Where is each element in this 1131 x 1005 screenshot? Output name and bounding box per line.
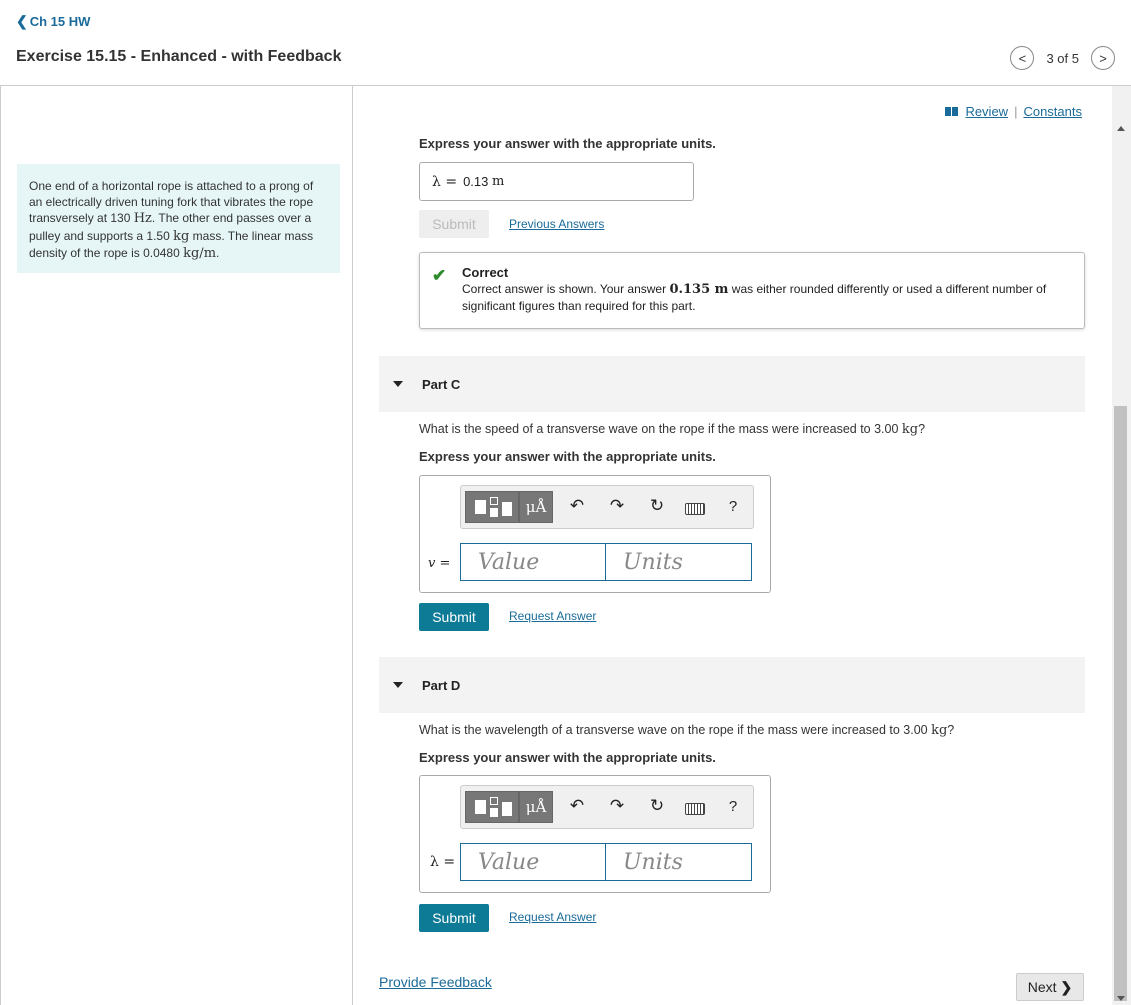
next-button[interactable]: Next ❯ (1016, 973, 1084, 1001)
triangle-down-icon (393, 381, 403, 387)
correct-message: Correct answer is shown. Your answer 0.1… (462, 281, 1047, 313)
part-d-instruction: Express your answer with the appropriate… (419, 750, 716, 765)
exercise-title: Exercise 15.15 - Enhanced - with Feedbac… (16, 48, 342, 65)
constants-link[interactable]: Constants (1023, 104, 1082, 119)
answer-pane: Review | Constants Express your answer w… (354, 86, 1112, 1005)
units-button[interactable]: μÅ (519, 491, 553, 523)
previous-answers-link[interactable]: Previous Answers (509, 217, 604, 231)
keyboard-icon[interactable] (685, 503, 705, 515)
part-d-submit-button[interactable]: Submit (419, 904, 489, 932)
value-input[interactable]: Value (460, 543, 606, 581)
next-label: Next (1027, 979, 1057, 995)
lambda-symbol: λ = (430, 854, 456, 870)
reset-icon[interactable]: ↻ (647, 796, 667, 816)
part-c-title: Part C (422, 376, 461, 392)
correct-feedback-box: ✔ Correct Correct answer is shown. Your … (419, 252, 1085, 329)
chevron-right-icon: ❯ (1060, 978, 1073, 995)
provide-feedback-link[interactable]: Provide Feedback (379, 974, 492, 990)
part-c-instruction: Express your answer with the appropriate… (419, 449, 716, 464)
scrollbar[interactable] (1112, 86, 1131, 1005)
math-unit: kg/m (183, 246, 217, 262)
problem-pane: One end of a horizontal rope is attached… (0, 86, 353, 1005)
part-c-answer-editor: μÅ ↶ ↷ ↻ ? v = Value Units (419, 475, 771, 593)
lambda-symbol: λ = (432, 173, 458, 190)
value-input[interactable]: Value (460, 843, 606, 881)
math-unit: Hz (133, 211, 152, 227)
item-pager: < 3 of 5 > (1010, 46, 1115, 70)
templates-button[interactable] (465, 791, 519, 823)
scroll-up-arrow[interactable] (1117, 126, 1125, 131)
answer-unit: m (492, 174, 505, 189)
review-link[interactable]: Review (965, 104, 1008, 119)
part-c-header[interactable]: Part C (379, 356, 1085, 412)
redo-icon[interactable]: ↷ (607, 796, 627, 816)
templates-button[interactable] (465, 491, 519, 523)
keyboard-icon[interactable] (685, 803, 705, 815)
separator: | (1014, 104, 1018, 119)
scroll-down-arrow[interactable] (1117, 996, 1125, 1001)
part-b-submit-button[interactable]: Submit (419, 210, 489, 238)
problem-statement: One end of a horizontal rope is attached… (17, 164, 340, 274)
back-link-label: Ch 15 HW (29, 14, 91, 29)
part-d-request-answer-link[interactable]: Request Answer (509, 910, 596, 924)
back-to-assignment-link[interactable]: ❮ Ch 15 HW (16, 13, 90, 30)
chevron-left-icon: < (1018, 50, 1027, 66)
units-button[interactable]: μÅ (519, 791, 553, 823)
checkmark-icon: ✔ (432, 266, 447, 285)
help-button[interactable]: ? (723, 498, 743, 515)
undo-icon[interactable]: ↶ (567, 796, 587, 816)
redo-icon[interactable]: ↷ (607, 496, 627, 516)
part-d-header[interactable]: Part D (379, 657, 1085, 713)
part-d-question: What is the wavelength of a transverse w… (419, 723, 955, 738)
correct-title: Correct (462, 265, 509, 280)
help-button[interactable]: ? (723, 798, 743, 815)
units-input[interactable]: Units (605, 543, 752, 581)
triangle-down-icon (393, 682, 403, 688)
part-d-answer-editor: μÅ ↶ ↷ ↻ ? λ = Value Units (419, 775, 771, 893)
part-c-submit-button[interactable]: Submit (419, 603, 489, 631)
part-b-answer-display: λ = 0.13 m (419, 162, 694, 201)
part-c-request-answer-link[interactable]: Request Answer (509, 609, 596, 623)
undo-icon[interactable]: ↶ (567, 496, 587, 516)
pager-text: 3 of 5 (1046, 50, 1079, 66)
part-b-instruction: Express your answer with the appropriate… (419, 136, 716, 151)
chevron-right-icon: > (1099, 50, 1107, 66)
scroll-thumb[interactable] (1114, 406, 1127, 1001)
review-constants-bar: Review | Constants (945, 104, 1082, 119)
math-unit: kg (173, 228, 190, 244)
part-d-title: Part D (422, 677, 461, 693)
v-symbol: v = (428, 556, 451, 571)
units-input[interactable]: Units (605, 843, 752, 881)
math-toolbar: μÅ ↶ ↷ ↻ ? (460, 785, 754, 829)
book-icon (945, 107, 959, 116)
reset-icon[interactable]: ↻ (647, 496, 667, 516)
chevron-left-icon: ❮ (16, 13, 28, 29)
answer-value: 0.13 (463, 174, 489, 189)
next-item-button[interactable]: > (1091, 46, 1115, 70)
math-toolbar: μÅ ↶ ↷ ↻ ? (460, 485, 754, 529)
previous-item-button[interactable]: < (1010, 46, 1035, 70)
part-c-question: What is the speed of a transverse wave o… (419, 422, 926, 437)
